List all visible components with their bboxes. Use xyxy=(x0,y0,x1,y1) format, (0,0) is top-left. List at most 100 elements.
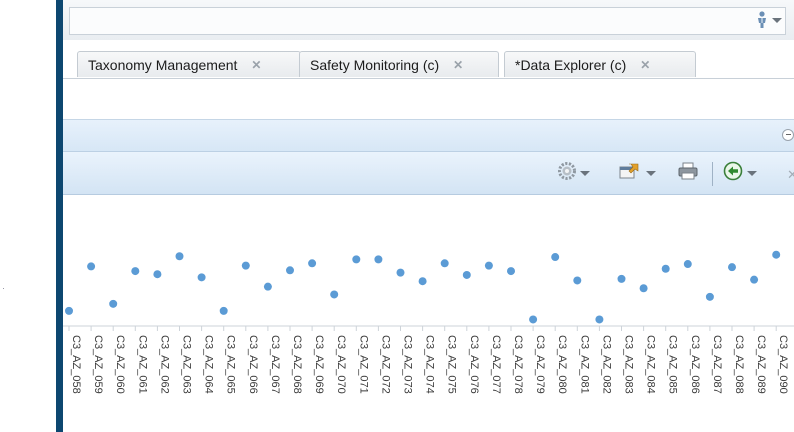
x-axis-tick-label: C3_AZ_082 xyxy=(600,335,612,394)
gear-icon xyxy=(558,161,576,185)
data-point[interactable] xyxy=(772,250,781,259)
data-point[interactable] xyxy=(219,306,228,315)
close-panel-button[interactable]: ✕ xyxy=(787,164,794,186)
x-axis-tick-label: C3_AZ_060 xyxy=(114,335,126,394)
data-point[interactable] xyxy=(484,261,493,270)
data-point[interactable] xyxy=(241,261,250,270)
x-axis-tick-label: C3_AZ_086 xyxy=(689,335,701,394)
data-point[interactable] xyxy=(308,259,317,268)
tab-label: Safety Monitoring (c) xyxy=(310,56,440,73)
close-icon[interactable]: ✕ xyxy=(251,58,261,72)
data-point[interactable] xyxy=(263,282,272,291)
data-point[interactable] xyxy=(529,315,538,324)
data-point[interactable] xyxy=(507,267,515,276)
data-point[interactable] xyxy=(153,270,162,279)
tab-bar: Taxonomy Management ✕ Safety Monitoring … xyxy=(63,40,794,117)
x-axis-tick-label: C3_AZ_070 xyxy=(335,335,347,394)
x-axis-tick-label: C3_AZ_061 xyxy=(136,335,148,394)
data-point[interactable] xyxy=(639,284,648,293)
data-point[interactable] xyxy=(440,259,449,268)
x-axis-tick-label: C3_AZ_083 xyxy=(623,335,635,394)
data-point[interactable] xyxy=(87,262,96,271)
data-point[interactable] xyxy=(396,268,405,277)
x-axis-tick-label: C3_AZ_078 xyxy=(512,335,524,394)
x-axis-tick-label: C3_AZ_071 xyxy=(357,335,369,394)
data-point[interactable] xyxy=(352,255,361,264)
content-spacer xyxy=(63,79,794,119)
data-point[interactable] xyxy=(573,276,582,285)
x-axis-tick-label: C3_AZ_066 xyxy=(247,335,259,394)
background-window-edge: · xyxy=(0,0,56,432)
data-point[interactable] xyxy=(728,263,736,272)
data-point[interactable] xyxy=(175,252,184,261)
data-point[interactable] xyxy=(617,274,626,283)
data-point[interactable] xyxy=(462,270,471,279)
data-point[interactable] xyxy=(551,253,560,262)
app-header xyxy=(63,0,794,41)
data-point[interactable] xyxy=(705,292,714,301)
app-frame-border xyxy=(56,0,63,432)
x-axis-tick-label: C3_AZ_058 xyxy=(70,335,82,394)
data-point[interactable] xyxy=(595,315,604,324)
x-axis-tick-label: C3_AZ_075 xyxy=(446,335,458,394)
chevron-down-icon xyxy=(772,17,782,23)
x-axis-tick-label: C3_AZ_090 xyxy=(777,335,789,394)
toolbar-separator xyxy=(712,162,713,186)
user-icon xyxy=(757,11,767,29)
back-arrow-icon xyxy=(723,161,743,186)
data-point[interactable] xyxy=(330,290,339,299)
export-button[interactable] xyxy=(618,162,656,184)
x-axis-tick-label: C3_AZ_077 xyxy=(490,335,502,394)
x-axis-tick-label: C3_AZ_089 xyxy=(755,335,767,394)
tab-taxonomy-management[interactable]: Taxonomy Management ✕ xyxy=(77,51,301,77)
data-point[interactable] xyxy=(750,275,759,284)
tab-data-explorer[interactable]: *Data Explorer (c) ✕ xyxy=(504,51,696,77)
chevron-down-icon xyxy=(646,170,656,176)
data-point[interactable] xyxy=(109,299,118,308)
print-icon xyxy=(677,162,699,185)
x-axis-tick-label: C3_AZ_067 xyxy=(269,335,281,394)
user-menu-button[interactable] xyxy=(757,11,782,29)
x-axis-tick-label: C3_AZ_065 xyxy=(225,335,237,394)
x-axis-tick-label: C3_AZ_064 xyxy=(203,335,215,394)
x-axis-tick-label: C3_AZ_081 xyxy=(578,335,590,394)
x-axis-tick-label: C3_AZ_059 xyxy=(92,335,104,394)
data-point[interactable] xyxy=(65,306,73,315)
x-axis-tick-label: C3_AZ_085 xyxy=(667,335,679,394)
collapse-icon[interactable] xyxy=(782,129,794,141)
x-axis-tick-label: C3_AZ_069 xyxy=(313,335,325,394)
chart-area: C3_AZ_058 C3_AZ_059 C3_AZ_060 C3_AZ_061 C3_A… xyxy=(63,195,794,432)
x-axis-tick-label: C3_AZ_062 xyxy=(158,335,170,394)
chevron-down-icon xyxy=(580,170,590,176)
chevron-down-icon xyxy=(747,170,757,176)
x-axis-tick-label: C3_AZ_080 xyxy=(556,335,568,394)
close-icon[interactable]: ✕ xyxy=(640,58,650,72)
x-axis-tick-label: C3_AZ_072 xyxy=(379,335,391,394)
x-axis-tick-label: C3_AZ_087 xyxy=(711,335,723,394)
x-axis-tick-label: C3_AZ_068 xyxy=(291,335,303,394)
close-icon[interactable]: ✕ xyxy=(453,58,463,72)
header-search-bar xyxy=(69,7,786,35)
data-point[interactable] xyxy=(661,264,670,273)
data-point[interactable] xyxy=(131,267,140,276)
data-point[interactable] xyxy=(197,273,206,282)
data-point[interactable] xyxy=(286,266,294,275)
print-button[interactable] xyxy=(677,162,699,184)
x-axis-tick-label: C3_AZ_084 xyxy=(645,335,657,394)
data-point[interactable] xyxy=(418,277,427,286)
chart-toolbar: ✕ xyxy=(63,152,794,195)
settings-button[interactable] xyxy=(558,161,590,185)
x-axis-tick-label: C3_AZ_063 xyxy=(181,335,193,394)
tab-label: Taxonomy Management xyxy=(88,56,238,73)
tab-safety-monitoring[interactable]: Safety Monitoring (c) ✕ xyxy=(299,51,499,77)
x-axis-tick-label: C3_AZ_079 xyxy=(534,335,546,394)
data-point[interactable] xyxy=(374,255,383,264)
x-axis-tick-label: C3_AZ_088 xyxy=(733,335,745,394)
x-axis-tick-label: C3_AZ_073 xyxy=(402,335,414,394)
panel-header xyxy=(63,119,794,152)
back-button[interactable] xyxy=(723,161,757,186)
data-point[interactable] xyxy=(683,260,692,269)
close-icon: ✕ xyxy=(787,167,794,182)
export-icon xyxy=(618,162,642,185)
x-axis-tick-label: C3_AZ_076 xyxy=(468,335,480,394)
